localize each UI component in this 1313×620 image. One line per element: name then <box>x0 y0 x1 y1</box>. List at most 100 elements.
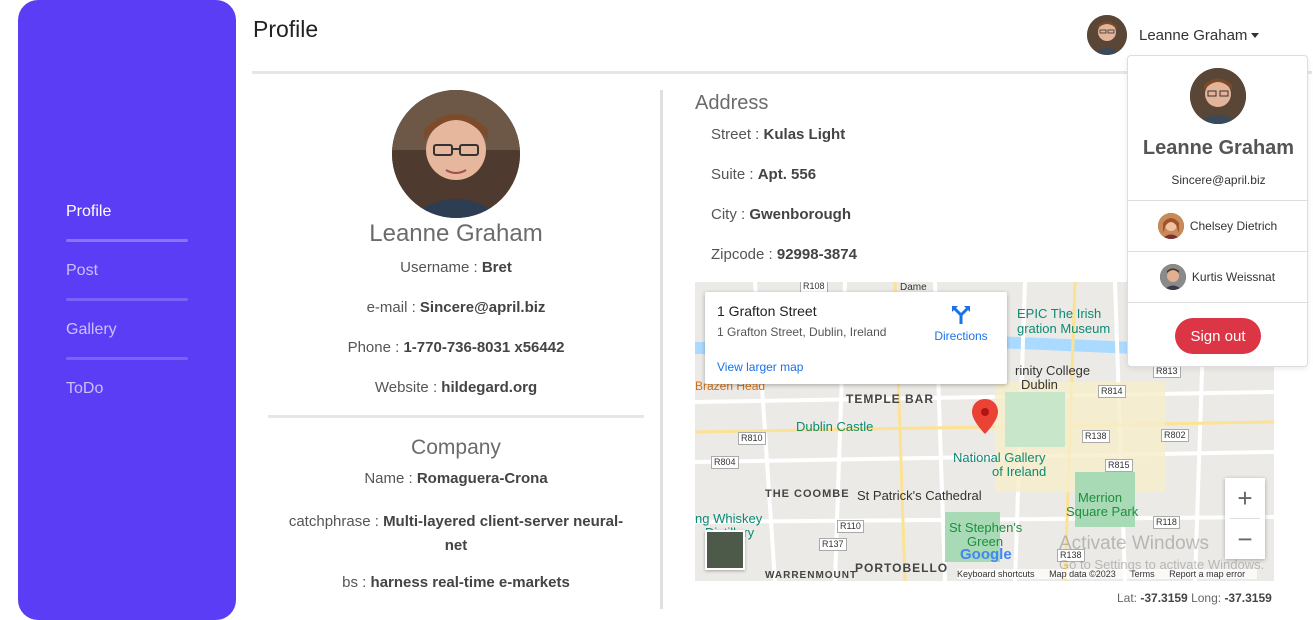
sidebar-item-gallery[interactable]: Gallery <box>66 315 188 374</box>
long-value: -37.3159 <box>1224 591 1272 605</box>
dropdown-email: Sincere@april.biz <box>1171 173 1266 187</box>
dropdown-separator <box>1128 302 1307 303</box>
account-avatar <box>1157 213 1184 239</box>
catchphrase-value-cont: net <box>444 537 468 554</box>
road-tag: R137 <box>819 538 847 551</box>
bs-value: harness real-time e-markets <box>370 574 570 591</box>
road-tag: R138 <box>1082 430 1110 443</box>
place-address: 1 Grafton Street, Dublin, Ireland <box>717 325 887 339</box>
keyboard-shortcuts-link[interactable]: Keyboard shortcuts <box>957 569 1035 579</box>
map-park-label: Merrion <box>1078 490 1123 505</box>
email-value: Sincere@april.biz <box>419 299 546 316</box>
user-name-text: Leanne Graham <box>1139 26 1248 44</box>
username-row: Username : Bret <box>253 259 659 276</box>
city-value: Gwenborough <box>749 206 851 223</box>
street-row: Street : Kulas Light <box>711 126 845 143</box>
website-row: Website : hildegard.org <box>253 379 659 396</box>
account-name: Chelsey Dietrich <box>1189 219 1278 233</box>
zoom-in-button[interactable]: + <box>1225 478 1265 518</box>
road-tag: R815 <box>1105 459 1133 472</box>
sidebar-item-label: ToDo <box>66 380 104 397</box>
user-name: Leanne Graham <box>1139 26 1260 44</box>
email-label: e-mail : <box>366 299 420 316</box>
map-poi-label: St Patrick's Cathedral <box>857 488 982 503</box>
address-title: Address <box>695 92 769 114</box>
section-divider <box>268 415 644 418</box>
profile-avatar <box>392 90 520 218</box>
account-item-chelsey[interactable]: Chelsey Dietrich <box>1128 201 1307 251</box>
bs-label: bs : <box>342 574 371 591</box>
lat-label: Lat: <box>1117 591 1141 605</box>
road-tag: R814 <box>1098 385 1126 398</box>
email-row: e-mail : Sincere@april.biz <box>253 299 659 316</box>
long-label: Long: <box>1187 591 1225 605</box>
page-title: Profile <box>253 16 319 42</box>
dropdown-avatar <box>1190 68 1246 124</box>
phone-label: Phone : <box>347 339 404 356</box>
suite-label: Suite : <box>711 166 758 183</box>
account-avatar <box>1159 264 1186 290</box>
windows-watermark-sub: Go to Settings to activate Windows. <box>1059 557 1265 572</box>
sidebar-nav: Profile Post Gallery ToDo <box>66 197 188 433</box>
sidebar-separator <box>66 357 188 360</box>
suite-value: Apt. 556 <box>757 166 817 183</box>
map-district-label: WARRENMOUNT <box>765 570 858 581</box>
catchphrase-value: Multi-layered client-server neural- <box>383 513 624 530</box>
sidebar-item-post[interactable]: Post <box>66 256 188 315</box>
map-zoom-control: + − <box>1225 478 1265 559</box>
map-label: Dublin <box>1021 377 1058 392</box>
map-poi-label: of Ireland <box>992 464 1047 479</box>
google-logo-text: Google <box>960 546 1012 563</box>
lat-value: -37.3159 <box>1140 591 1188 605</box>
column-divider <box>660 90 663 609</box>
satellite-toggle[interactable] <box>705 530 745 570</box>
account-name: Kurtis Weissnat <box>1191 270 1276 284</box>
sign-out-button[interactable]: Sign out <box>1175 318 1261 354</box>
street-label: Street : <box>711 126 764 143</box>
zipcode-label: Zipcode : <box>711 246 777 263</box>
map-district-label: TEMPLE BAR <box>846 392 934 406</box>
city-label: City : <box>711 206 750 223</box>
road-tag: R810 <box>738 432 766 445</box>
catchphrase-row: catchphrase : Multi-layered client-serve… <box>268 510 644 558</box>
company-name-label: Name : <box>364 470 417 487</box>
user-dropdown: Leanne Graham Sincere@april.biz Chelsey … <box>1127 55 1308 367</box>
sidebar-separator <box>66 239 188 242</box>
map-poi-label: Dublin Castle <box>796 419 874 434</box>
sidebar-separator <box>66 298 188 301</box>
sidebar-item-label: Gallery <box>66 321 117 338</box>
zoom-out-button[interactable]: − <box>1225 519 1265 559</box>
view-larger-map-link[interactable]: View larger map <box>717 360 803 374</box>
directions-label: Directions <box>934 329 988 343</box>
map-poi-label: ng Whiskey <box>695 511 763 526</box>
google-logo: Google <box>960 546 1012 563</box>
map-district-label: THE COOMBE <box>765 488 850 500</box>
user-menu-toggle[interactable]: Leanne Graham <box>1087 15 1260 55</box>
company-name-row: Name : Romaguera-Crona <box>253 470 659 487</box>
sidebar-item-profile[interactable]: Profile <box>66 197 188 256</box>
zipcode-value: 92998-3874 <box>776 246 857 263</box>
catchphrase-label: catchphrase : <box>288 513 384 530</box>
map-poi-label: gration Museum <box>1017 321 1111 336</box>
road-tag: R118 <box>1153 516 1180 529</box>
phone-value: 1-770-736-8031 x56442 <box>403 339 565 356</box>
directions-button[interactable]: Directions <box>931 304 991 343</box>
website-label: Website : <box>374 379 442 396</box>
map-park-label: St Stephen's <box>949 520 1023 535</box>
account-item-kurtis[interactable]: Kurtis Weissnat <box>1128 252 1307 302</box>
road-tag: R802 <box>1161 429 1189 442</box>
username-label: Username : <box>400 259 482 276</box>
map-poi-label: EPIC The Irish <box>1017 306 1102 321</box>
user-avatar <box>1087 15 1127 55</box>
profile-name: Leanne Graham <box>369 220 543 247</box>
windows-watermark: Activate Windows <box>1059 533 1209 554</box>
place-title: 1 Grafton Street <box>717 303 817 319</box>
suite-row: Suite : Apt. 556 <box>711 166 816 183</box>
phone-row: Phone : 1-770-736-8031 x56442 <box>253 339 659 356</box>
sidebar-item-label: Post <box>66 262 99 279</box>
map-label: rinity College <box>1015 363 1091 378</box>
username-value: Bret <box>481 259 512 276</box>
sidebar-item-label: Profile <box>66 203 112 220</box>
sidebar-item-todo[interactable]: ToDo <box>66 374 188 433</box>
map-park-label: Square Park <box>1066 504 1139 519</box>
